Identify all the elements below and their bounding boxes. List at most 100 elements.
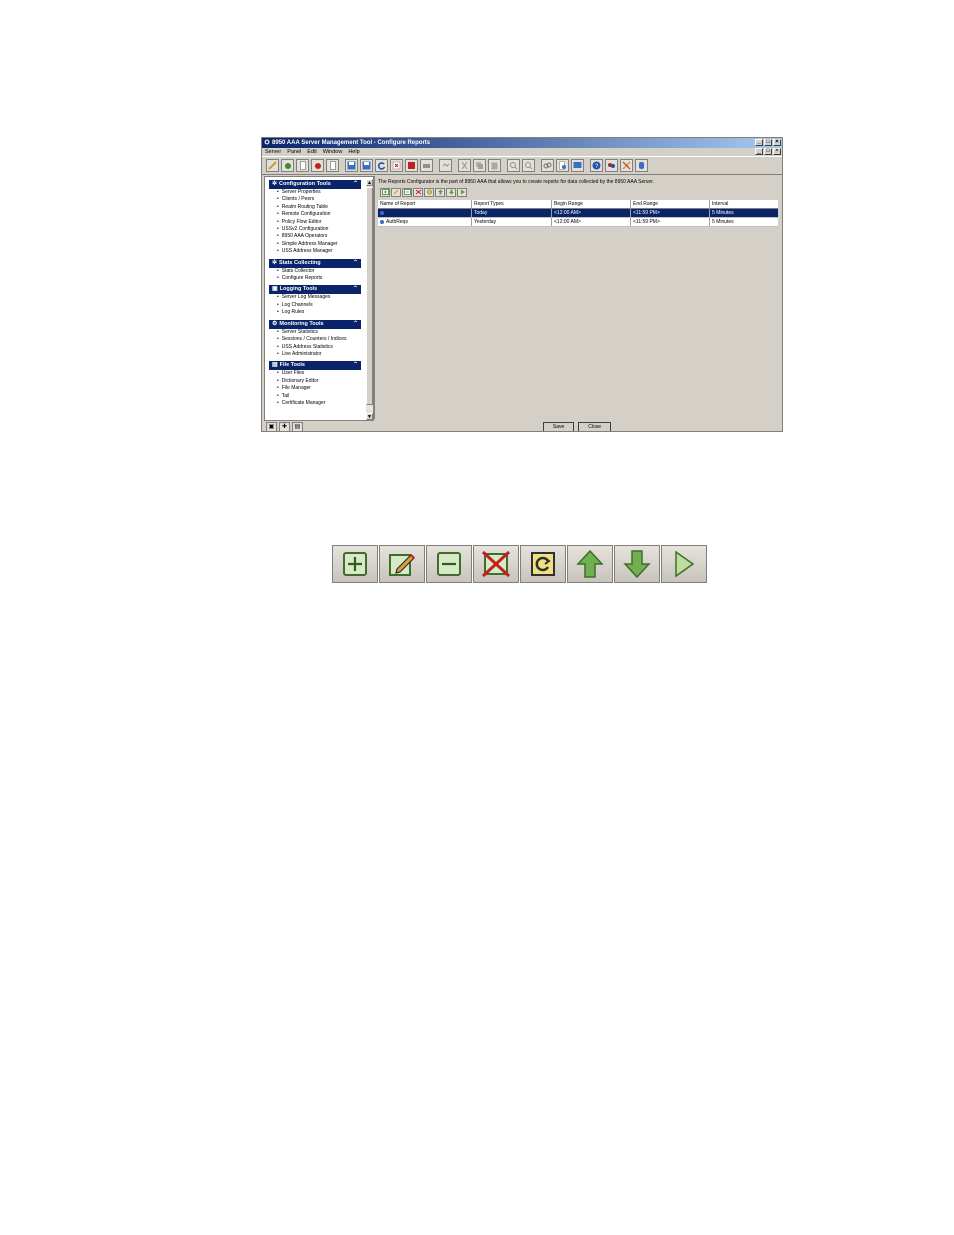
table-row[interactable]: AuthReqs Yesterday <12:00 AM> <11:59 PM>… <box>378 218 778 227</box>
window-view-icon[interactable]: ▤ <box>292 421 303 431</box>
nav-item[interactable]: Clients / Peers <box>269 196 361 203</box>
save-all-icon[interactable] <box>360 159 373 172</box>
move-down-large-icon[interactable] <box>614 545 660 583</box>
column-header[interactable]: Interval <box>710 200 778 208</box>
delete-report-large-icon[interactable] <box>473 545 519 583</box>
database-icon[interactable] <box>635 159 648 172</box>
tools-icon[interactable] <box>620 159 633 172</box>
users-icon[interactable] <box>605 159 618 172</box>
edit-report-large-icon[interactable] <box>379 545 425 583</box>
cut-icon[interactable] <box>458 159 471 172</box>
nav-item[interactable]: Server Log Messages <box>269 294 361 301</box>
collapse-icon[interactable]: ⌃ <box>353 361 358 370</box>
nav-item[interactable]: Tail <box>269 393 361 400</box>
menu-server[interactable]: Server <box>265 148 281 156</box>
stop-server-icon[interactable] <box>311 159 324 172</box>
add-report-icon[interactable] <box>380 188 390 197</box>
nav-item[interactable]: Dictionary Editor <box>269 378 361 385</box>
menu-edit[interactable]: Edit <box>307 148 316 156</box>
nav-item[interactable]: USS Address Manager <box>269 248 361 255</box>
nav-item[interactable]: Configure Reports <box>269 275 361 282</box>
panel-view-icon[interactable]: ▣ <box>266 421 277 431</box>
collapse-icon[interactable]: ⌃ <box>353 259 358 268</box>
menu-window[interactable]: Window <box>323 148 343 156</box>
sidebar-scrollbar[interactable]: ▲ ▼ <box>366 179 373 420</box>
nav-item[interactable]: Live Administrator <box>269 351 361 358</box>
reset-report-large-icon[interactable] <box>520 545 566 583</box>
run-report-large-icon[interactable] <box>661 545 707 583</box>
nav-item[interactable]: 8950 AAA Operators <box>269 233 361 240</box>
move-up-icon[interactable] <box>435 188 445 197</box>
paste-icon[interactable] <box>488 159 501 172</box>
minimize-button[interactable]: _ <box>755 139 763 146</box>
nav-item[interactable]: Log Channels <box>269 302 361 309</box>
tree-view-icon[interactable]: ✚ <box>279 421 290 431</box>
nav-item[interactable]: User Files <box>269 370 361 377</box>
find-next-icon[interactable] <box>522 159 535 172</box>
nav-item[interactable]: Server Statistics <box>269 329 361 336</box>
run-report-icon[interactable] <box>457 188 467 197</box>
refresh-red-icon[interactable] <box>390 159 403 172</box>
section-header[interactable]: ✲ Stats Collecting ⌃ <box>269 258 361 268</box>
mdi-close-button[interactable]: × <box>773 148 781 155</box>
nav-item[interactable]: Sessions / Counters / Indices <box>269 336 361 343</box>
column-header[interactable]: Name of Report <box>378 200 472 208</box>
connect-icon[interactable] <box>266 159 279 172</box>
link-icon[interactable] <box>541 159 554 172</box>
remove-report-large-icon[interactable] <box>426 545 472 583</box>
new-document-icon[interactable] <box>556 159 569 172</box>
monitor-icon[interactable] <box>571 159 584 172</box>
edit-report-icon[interactable] <box>391 188 401 197</box>
section-header[interactable]: ▣ Logging Tools ⌃ <box>269 285 361 295</box>
nav-item[interactable]: Log Rules <box>269 309 361 316</box>
column-header[interactable]: Report Types <box>472 200 552 208</box>
close-window-button[interactable]: × <box>773 139 781 146</box>
page-icon[interactable] <box>326 159 339 172</box>
nav-item[interactable]: USS Address Statistics <box>269 344 361 351</box>
table-row[interactable]: Today <12:00 AM> <11:59 PM> 5 Minutes <box>378 209 778 218</box>
scroll-thumb[interactable] <box>366 187 373 405</box>
start-server-icon[interactable] <box>281 159 294 172</box>
sync-icon[interactable] <box>439 159 452 172</box>
collapse-icon[interactable]: ⌃ <box>353 285 358 294</box>
save-button[interactable]: Save <box>542 422 575 431</box>
maximize-button[interactable]: □ <box>764 139 772 146</box>
column-header[interactable]: End Range <box>631 200 710 208</box>
section-header[interactable]: ▤ File Tools ⌃ <box>269 361 361 371</box>
nav-item[interactable]: Server Properties <box>269 189 361 196</box>
remove-report-icon[interactable] <box>402 188 412 197</box>
copy-icon[interactable] <box>473 159 486 172</box>
move-down-icon[interactable] <box>446 188 456 197</box>
delete-icon[interactable] <box>405 159 418 172</box>
delete-report-icon[interactable] <box>413 188 423 197</box>
move-up-large-icon[interactable] <box>567 545 613 583</box>
mdi-minimize-button[interactable]: _ <box>755 148 763 155</box>
document-icon[interactable] <box>296 159 309 172</box>
refresh-icon[interactable] <box>375 159 388 172</box>
menu-help[interactable]: Help <box>348 148 359 156</box>
menu-panel[interactable]: Panel <box>287 148 301 156</box>
mdi-restore-button[interactable]: □ <box>764 148 772 155</box>
reset-report-icon[interactable] <box>424 188 434 197</box>
column-header[interactable]: Begin Range <box>552 200 631 208</box>
print-icon[interactable] <box>420 159 433 172</box>
scroll-down-arrow-icon[interactable]: ▼ <box>366 413 373 420</box>
nav-item[interactable]: Remote Configuration <box>269 211 361 218</box>
find-icon[interactable] <box>507 159 520 172</box>
section-header[interactable]: ✲ Configuration Tools ⌃ <box>269 180 361 189</box>
save-icon[interactable] <box>345 159 358 172</box>
nav-item[interactable]: Simple Address Manager <box>269 241 361 248</box>
nav-item[interactable]: Stats Collector <box>269 268 361 275</box>
add-report-large-icon[interactable] <box>332 545 378 583</box>
collapse-icon[interactable]: ⌃ <box>353 320 358 329</box>
nav-item[interactable]: File Manager <box>269 385 361 392</box>
collapse-icon[interactable]: ⌃ <box>353 180 358 189</box>
nav-item[interactable]: Policy Flow Editor <box>269 219 361 226</box>
scroll-up-arrow-icon[interactable]: ▲ <box>366 179 373 186</box>
help-icon[interactable]: ? <box>590 159 603 172</box>
nav-item[interactable]: Certificate Manager <box>269 400 361 407</box>
close-button[interactable]: Close <box>578 422 612 431</box>
nav-item[interactable]: Realm Routing Table <box>269 204 361 211</box>
nav-item[interactable]: USSv2 Configuration <box>269 226 361 233</box>
section-header[interactable]: ⚙ Monitoring Tools ⌃ <box>269 319 361 329</box>
